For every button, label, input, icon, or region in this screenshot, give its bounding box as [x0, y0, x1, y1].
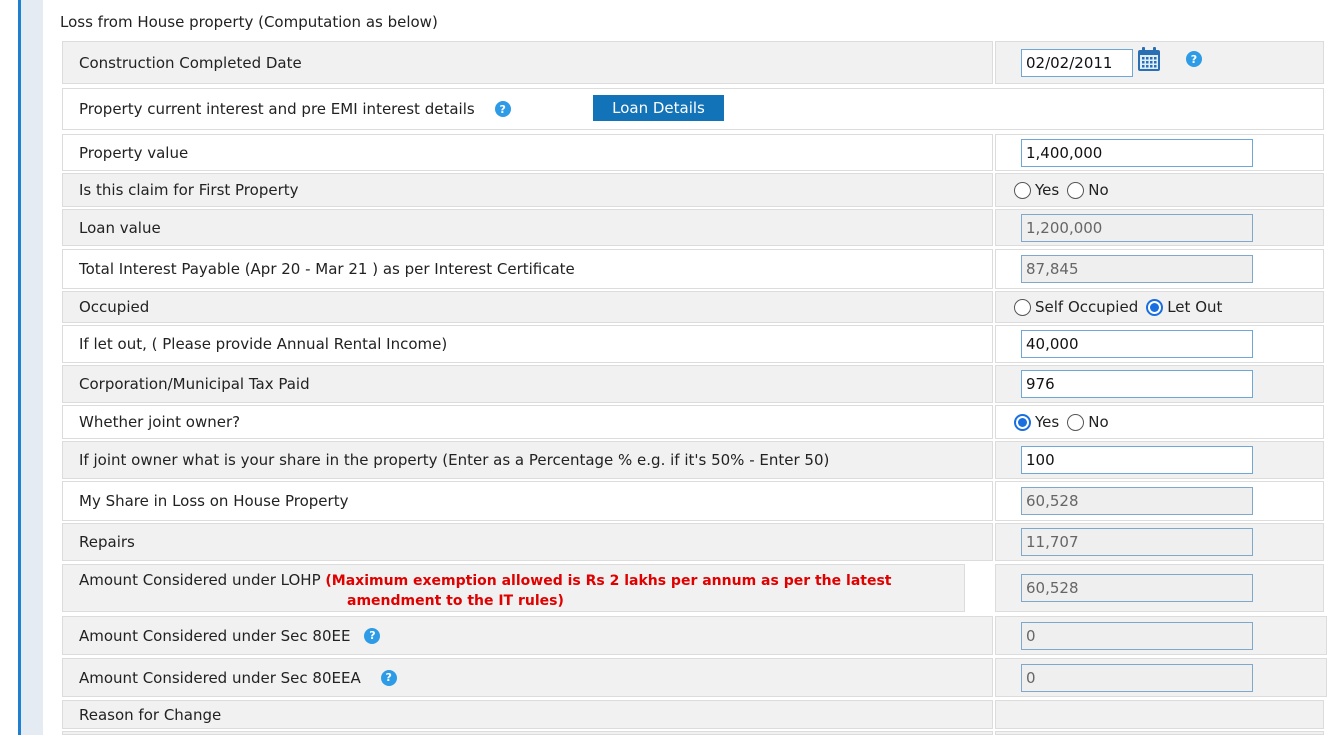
construction-date-input[interactable]: 02/02/2011	[1021, 48, 1133, 77]
share-percent-input[interactable]: 100	[1021, 446, 1253, 474]
total-interest-input[interactable]: 87,845	[1021, 255, 1253, 283]
loan-value-label: Loan value	[62, 209, 993, 246]
sec80ee-cell: 0	[995, 616, 1327, 655]
first-property-no-radio[interactable]	[1067, 181, 1085, 199]
occupied-radio-group: Self Occupied Let Out	[1014, 298, 1226, 316]
row-sec80eea: Amount Considered under Sec 80EEA ? 0	[62, 658, 1327, 697]
radio-label-yes: Yes	[1035, 181, 1060, 199]
row-lohp: Amount Considered under LOHP (Maximum ex…	[62, 564, 1324, 612]
rental-income-input[interactable]: 40,000	[1021, 330, 1253, 358]
construction-date-cell: 02/02/2011 ?	[995, 41, 1324, 84]
calendar-icon[interactable]	[1137, 46, 1161, 72]
sec80eea-label: Amount Considered under Sec 80EEA	[79, 668, 361, 687]
lohp-label-block: Amount Considered under LOHP (Maximum ex…	[79, 571, 891, 611]
property-value-input[interactable]: 1,400,000	[1021, 138, 1253, 167]
lohp-note-line2: amendment to the IT rules)	[347, 593, 564, 609]
row-repairs: Repairs 11,707	[62, 523, 1324, 561]
sec80eea-label-cell: Amount Considered under Sec 80EEA ?	[62, 658, 993, 697]
first-property-label: Is this claim for First Property	[62, 173, 993, 207]
radio-label-no: No	[1088, 181, 1109, 199]
share-percent-cell: 100	[995, 441, 1324, 479]
municipal-tax-input[interactable]: 976	[1021, 370, 1253, 398]
row-sec80ee: Amount Considered under Sec 80EE ? 0	[62, 616, 1327, 655]
left-gutter	[0, 0, 18, 735]
help-icon[interactable]: ?	[380, 669, 397, 686]
row-occupied: Occupied Self Occupied Let Out	[62, 291, 1324, 323]
property-value-label: Property value	[62, 134, 993, 171]
row-construction-date: Construction Completed Date 02/02/2011 ?	[62, 41, 1324, 84]
loan-value-input[interactable]: 1,200,000	[1021, 213, 1253, 242]
radio-label-self-occupied: Self Occupied	[1035, 298, 1139, 316]
next-row-label-cell	[62, 731, 993, 735]
lohp-cell: 60,528	[995, 564, 1324, 612]
repairs-cell: 11,707	[995, 523, 1324, 561]
reason-label: Reason for Change	[62, 700, 993, 729]
joint-owner-radio-group: Yes No	[1014, 413, 1113, 431]
help-icon[interactable]: ?	[494, 101, 511, 117]
row-rental-income: If let out, ( Please provide Annual Rent…	[62, 325, 1324, 363]
sec80ee-label-cell: Amount Considered under Sec 80EE ?	[62, 616, 993, 655]
rental-income-cell: 40,000	[995, 325, 1324, 363]
share-percent-label: If joint owner what is your share in the…	[62, 441, 993, 479]
repairs-label: Repairs	[62, 523, 993, 561]
sec80eea-input[interactable]: 0	[1021, 663, 1253, 692]
row-total-interest: Total Interest Payable (Apr 20 - Mar 21 …	[62, 249, 1324, 289]
left-panel	[21, 0, 43, 735]
municipal-tax-label: Corporation/Municipal Tax Paid	[62, 365, 993, 403]
row-first-property: Is this claim for First Property Yes No	[62, 173, 1324, 207]
loan-details-button[interactable]: Loan Details	[593, 95, 724, 121]
row-joint-owner: Whether joint owner? Yes No	[62, 405, 1324, 439]
joint-owner-cell: Yes No	[995, 405, 1324, 439]
first-property-radio-group: Yes No	[1014, 181, 1113, 199]
section-title: Loss from House property (Computation as…	[60, 13, 438, 31]
first-property-cell: Yes No	[995, 173, 1324, 207]
rental-income-label: If let out, ( Please provide Annual Rent…	[62, 325, 993, 363]
property-value-cell: 1,400,000	[995, 134, 1324, 171]
radio-label-no: No	[1088, 413, 1109, 431]
row-property-value: Property value 1,400,000	[62, 134, 1324, 171]
let-out-radio[interactable]	[1146, 298, 1164, 316]
sec80eea-cell: 0	[995, 658, 1327, 697]
lohp-note: (Maximum exemption allowed is Rs 2 lakhs…	[325, 573, 892, 589]
radio-label-let-out: Let Out	[1167, 298, 1223, 316]
joint-owner-yes-radio[interactable]	[1014, 413, 1031, 431]
help-icon[interactable]: ?	[1186, 51, 1202, 67]
joint-owner-no-radio[interactable]	[1067, 413, 1085, 431]
occupied-cell: Self Occupied Let Out	[995, 291, 1324, 323]
total-interest-cell: 87,845	[995, 249, 1324, 289]
lohp-label: Amount Considered under LOHP	[79, 571, 321, 589]
my-share-loss-input[interactable]: 60,528	[1021, 487, 1253, 515]
joint-owner-label: Whether joint owner?	[62, 405, 993, 439]
municipal-tax-cell: 976	[995, 365, 1324, 403]
next-row-value-cell	[995, 731, 1324, 735]
row-interest-details: Property current interest and pre EMI in…	[62, 88, 1324, 130]
sec80ee-input[interactable]: 0	[1021, 621, 1253, 650]
construction-date-label: Construction Completed Date	[62, 41, 993, 84]
my-share-loss-cell: 60,528	[995, 481, 1324, 521]
my-share-loss-label: My Share in Loss on House Property	[62, 481, 993, 521]
row-share-percent: If joint owner what is your share in the…	[62, 441, 1324, 479]
first-property-yes-radio[interactable]	[1014, 181, 1031, 199]
row-my-share-loss: My Share in Loss on House Property 60,52…	[62, 481, 1324, 521]
sec80ee-label: Amount Considered under Sec 80EE	[79, 626, 351, 645]
radio-label-yes: Yes	[1035, 413, 1060, 431]
loan-value-cell: 1,200,000	[995, 209, 1324, 246]
help-icon[interactable]: ?	[364, 627, 381, 644]
row-next	[62, 731, 1324, 735]
self-occupied-radio[interactable]	[1014, 298, 1031, 316]
interest-details-label: Property current interest and pre EMI in…	[79, 100, 475, 118]
row-loan-value: Loan value 1,200,000	[62, 209, 1324, 246]
reason-cell	[995, 700, 1324, 729]
row-municipal-tax: Corporation/Municipal Tax Paid 976	[62, 365, 1324, 403]
occupied-label: Occupied	[62, 291, 993, 323]
total-interest-label: Total Interest Payable (Apr 20 - Mar 21 …	[62, 249, 993, 289]
repairs-input[interactable]: 11,707	[1021, 528, 1253, 556]
lohp-label-cell: Amount Considered under LOHP (Maximum ex…	[62, 564, 965, 612]
lohp-input[interactable]: 60,528	[1021, 574, 1253, 602]
row-reason: Reason for Change	[62, 700, 1324, 729]
